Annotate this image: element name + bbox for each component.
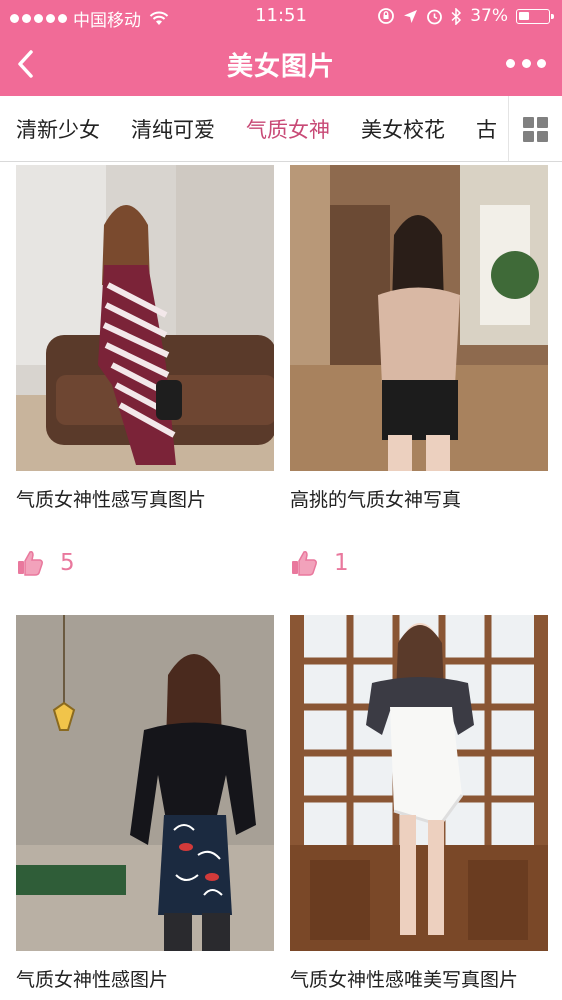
like-row[interactable]: 1 bbox=[290, 548, 548, 578]
bluetooth-icon bbox=[451, 7, 462, 25]
photo-thumbnail[interactable] bbox=[16, 615, 274, 951]
like-row[interactable]: 5 bbox=[16, 548, 274, 578]
location-arrow-icon bbox=[404, 9, 418, 23]
photo-image bbox=[16, 165, 274, 471]
photo-caption[interactable]: 气质女神性感图片 bbox=[16, 965, 274, 992]
photo-image bbox=[290, 615, 548, 951]
status-bar: 中国移动 11:51 37% bbox=[0, 0, 562, 32]
category-tabs: 清新少女 清纯可爱 气质女神 美女校花 古 bbox=[0, 96, 562, 162]
photo-card[interactable]: 气质女神性感写真图片 5 bbox=[16, 165, 274, 578]
photo-image bbox=[16, 615, 274, 951]
category-grid-button[interactable] bbox=[508, 96, 562, 161]
alarm-icon bbox=[427, 9, 443, 24]
photo-image bbox=[290, 165, 548, 471]
thumbs-up-icon[interactable] bbox=[16, 549, 44, 577]
photo-caption[interactable]: 气质女神性感写真图片 bbox=[16, 485, 274, 512]
battery-fill bbox=[519, 11, 529, 20]
page-title: 美女图片 bbox=[226, 52, 335, 82]
photo-feed[interactable]: 气质女神性感写真图片 5 高挑的气质女神写真 1 气质女神性感图片 气质女神性感… bbox=[0, 163, 562, 1000]
thumbs-up-icon[interactable] bbox=[290, 549, 318, 577]
tab-meinv-xiaohua[interactable]: 美女校花 bbox=[361, 114, 445, 144]
photo-thumbnail[interactable] bbox=[290, 165, 548, 471]
photo-caption[interactable]: 高挑的气质女神写真 bbox=[290, 485, 548, 512]
photo-card[interactable]: 高挑的气质女神写真 1 bbox=[290, 165, 548, 578]
like-count: 5 bbox=[60, 550, 75, 576]
battery-icon bbox=[516, 8, 554, 24]
tab-qingxin-shaonv[interactable]: 清新少女 bbox=[16, 114, 100, 144]
photo-card[interactable]: 气质女神性感唯美写真图片 bbox=[290, 615, 548, 992]
tab-track: 清新少女 清纯可爱 气质女神 美女校花 古 bbox=[16, 96, 528, 161]
more-menu-icon[interactable] bbox=[506, 48, 546, 78]
tab-gu[interactable]: 古 bbox=[476, 114, 497, 144]
photo-caption[interactable]: 气质女神性感唯美写真图片 bbox=[290, 965, 548, 992]
orientation-lock-icon bbox=[378, 8, 395, 24]
like-count: 1 bbox=[334, 550, 349, 576]
tab-qingchun-keai[interactable]: 清纯可爱 bbox=[131, 114, 215, 144]
nav-bar: 美女图片 bbox=[0, 32, 562, 96]
photo-card[interactable]: 气质女神性感图片 bbox=[16, 615, 274, 992]
tab-qizhi-nvshen[interactable]: 气质女神 bbox=[246, 114, 330, 144]
grid-icon bbox=[523, 116, 548, 142]
photo-thumbnail[interactable] bbox=[16, 165, 274, 471]
photo-thumbnail[interactable] bbox=[290, 615, 548, 951]
battery-percent: 37% bbox=[470, 6, 508, 26]
